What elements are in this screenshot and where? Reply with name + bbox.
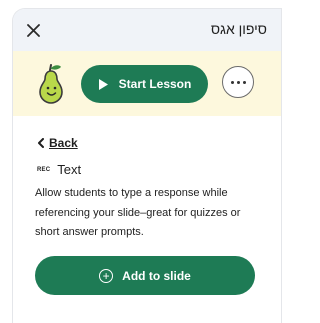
- add-to-slide-label: Add to slide: [122, 268, 191, 283]
- pear-logo-icon: [39, 64, 63, 104]
- rec-icon: REC: [37, 166, 51, 173]
- back-link[interactable]: Back: [37, 136, 78, 150]
- activity-type: REC Text: [37, 162, 81, 177]
- more-horizontal-icon: [229, 80, 247, 84]
- lesson-toolbar: Start Lesson: [13, 51, 281, 116]
- activity-type-label: Text: [57, 162, 82, 177]
- play-icon: [98, 78, 108, 90]
- sidebar-panel: סיפון אגס Start Lesson Back REC Text All…: [13, 9, 281, 323]
- chevron-left-icon: [38, 138, 44, 148]
- close-icon: [26, 23, 40, 37]
- close-button[interactable]: [23, 20, 43, 40]
- more-options-button[interactable]: [222, 66, 254, 98]
- back-label: Back: [49, 136, 78, 150]
- activity-description: Allow students to type a response while …: [35, 187, 241, 238]
- panel-header: סיפון אגס: [13, 9, 281, 51]
- plus-circle-icon: +: [99, 268, 114, 283]
- start-lesson-label: Start Lesson: [118, 77, 192, 91]
- panel-title: סיפון אגס: [210, 21, 267, 37]
- start-lesson-button[interactable]: Start Lesson: [81, 65, 208, 103]
- add-to-slide-button[interactable]: + Add to slide: [35, 256, 255, 295]
